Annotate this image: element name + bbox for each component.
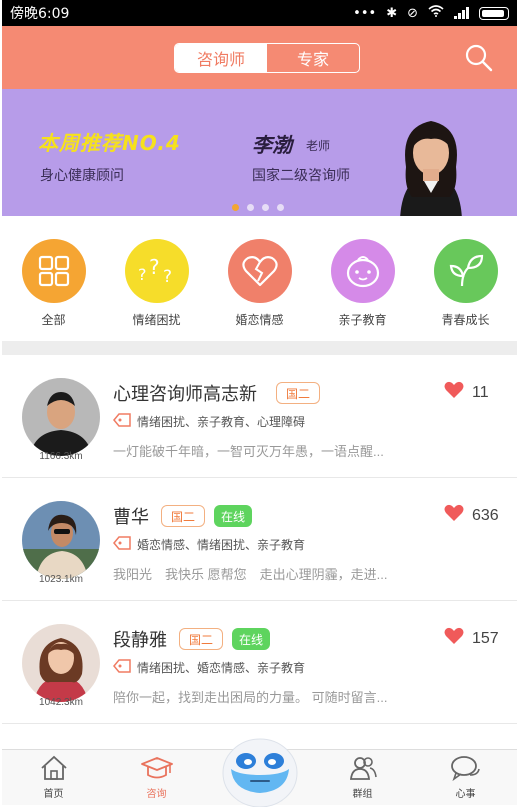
heart-icon <box>444 381 464 404</box>
tag-icon <box>113 536 131 553</box>
battery-icon <box>479 6 509 20</box>
tab-home[interactable]: 首页 <box>2 750 105 805</box>
counselor-desc: 我阳光 我快乐 愿帮您 走出心理阴霾，走进... <box>113 567 388 582</box>
sprout-icon <box>433 239 498 303</box>
banner-counselor-photo <box>370 107 492 216</box>
rank-badge: 国二 <box>161 505 205 527</box>
page-dot <box>262 204 269 211</box>
counselor-item[interactable]: 1166.3km 心理咨询师高志新 国二 11 情绪困扰、亲子教育、心理障碍 一… <box>2 355 517 478</box>
banner-counselor-desc: 国家二级咨询师 <box>252 167 350 183</box>
rank-badge: 国二 <box>179 628 223 650</box>
category-youth[interactable]: 青春成长 <box>414 216 517 341</box>
banner-counselor-role: 老师 <box>306 139 331 153</box>
bluetooth-icon: ✱ <box>386 5 398 21</box>
header: 咨询师 专家 <box>2 26 517 89</box>
counselor-name: 曹华 <box>113 507 149 527</box>
wifi-icon <box>428 5 444 21</box>
banner-title: 本周推荐NO.4 <box>38 131 181 155</box>
broken-heart-icon <box>227 239 292 303</box>
category-parenting[interactable]: 亲子教育 <box>311 216 414 341</box>
status-icons: ••• ✱ ⊘ <box>353 5 509 21</box>
counselor-list: 1166.3km 心理咨询师高志新 国二 11 情绪困扰、亲子教育、心理障碍 一… <box>2 355 517 724</box>
tag-icon <box>113 413 131 430</box>
category-row: 全部 ??? 情绪困扰 婚恋情感 亲子教育 青春成长 <box>2 216 517 341</box>
likes-count: 157 <box>472 629 499 647</box>
likes[interactable]: 157 <box>444 627 499 650</box>
counselor-desc: 一灯能破千年暗，一智可灭万年愚，一语点醒... <box>113 444 384 459</box>
chat-bubbles-icon <box>450 756 480 781</box>
tags-text: 婚恋情感、情绪困扰、亲子教育 <box>137 538 306 552</box>
home-icon <box>40 755 67 780</box>
recommend-banner[interactable]: 本周推荐NO.4 身心健康顾问 李渤 老师 国家二级咨询师 <box>2 89 517 216</box>
tab-consult[interactable]: 咨询 <box>105 750 208 805</box>
tags-text: 情绪困扰、亲子教育、心理障碍 <box>137 415 306 429</box>
counselor-name: 段静雅 <box>113 630 167 650</box>
banner-subtitle: 身心健康顾问 <box>40 167 124 183</box>
category-label: 全部 <box>41 313 66 327</box>
tags-row: 婚恋情感、情绪困扰、亲子教育 <box>113 536 305 553</box>
tags-text: 情绪困扰、婚恋情感、亲子教育 <box>137 661 306 675</box>
svg-text:?: ? <box>163 267 172 286</box>
banner-counselor-name: 李渤 <box>252 133 292 157</box>
tab-expert[interactable]: 专家 <box>267 44 359 72</box>
counselor-desc: 陪你一起，找到走出困局的力量。 可随时留言... <box>113 690 388 705</box>
mute-icon: ⊘ <box>407 5 418 21</box>
likes-count: 11 <box>472 383 489 401</box>
likes-count: 636 <box>472 506 499 524</box>
distance-label: 1042.3km <box>39 697 83 708</box>
banner-page-indicator <box>232 204 284 211</box>
category-label: 婚恋情感 <box>235 313 284 327</box>
more-dots-icon: ••• <box>353 5 377 21</box>
question-marks-icon: ??? <box>124 239 189 303</box>
heart-icon <box>444 504 464 527</box>
tab-label: 心事 <box>455 789 476 800</box>
section-divider <box>2 341 517 355</box>
page-dot <box>232 204 239 211</box>
distance-label: 1023.1km <box>39 574 83 585</box>
category-emotion[interactable]: ??? 情绪困扰 <box>105 216 208 341</box>
category-label: 情绪困扰 <box>132 313 181 327</box>
tab-group[interactable]: 群组 <box>311 750 414 805</box>
tab-heart-matters[interactable]: 心事 <box>414 750 517 805</box>
distance-label: 1166.3km <box>39 451 83 462</box>
avatar <box>22 501 100 579</box>
tab-label: 首页 <box>43 789 64 800</box>
group-icon <box>349 757 377 780</box>
search-icon[interactable] <box>463 42 495 74</box>
mascot-button[interactable] <box>221 733 299 807</box>
category-love[interactable]: 婚恋情感 <box>208 216 311 341</box>
online-badge: 在线 <box>214 505 252 527</box>
category-label: 亲子教育 <box>338 313 387 327</box>
baby-face-icon <box>330 239 395 303</box>
grid-icon <box>21 239 86 303</box>
svg-text:?: ? <box>149 256 160 279</box>
counselor-item[interactable]: 1042.3km 段静雅 国二 在线 157 情绪困扰、婚恋情感、亲子教育 陪你… <box>2 601 517 724</box>
status-time: 傍晚6:09 <box>10 6 70 22</box>
category-label: 青春成长 <box>441 313 490 327</box>
page-dot <box>247 204 254 211</box>
online-badge: 在线 <box>232 628 270 650</box>
avatar <box>22 624 100 702</box>
counselor-name: 心理咨询师高志新 <box>113 384 257 404</box>
tags-row: 情绪困扰、亲子教育、心理障碍 <box>113 413 305 430</box>
page-dot <box>277 204 284 211</box>
tab-counselor[interactable]: 咨询师 <box>175 44 267 72</box>
tab-label: 群组 <box>352 789 373 800</box>
tag-icon <box>113 659 131 676</box>
likes[interactable]: 636 <box>444 504 499 527</box>
status-bar: 傍晚6:09 ••• ✱ ⊘ <box>2 0 517 26</box>
heart-icon <box>444 627 464 650</box>
svg-text:?: ? <box>138 265 147 284</box>
graduation-cap-icon <box>140 757 173 779</box>
segmented-control: 咨询师 专家 <box>174 43 360 73</box>
tags-row: 情绪困扰、婚恋情感、亲子教育 <box>113 659 305 676</box>
tab-label: 咨询 <box>146 789 167 800</box>
category-all[interactable]: 全部 <box>2 216 105 341</box>
signal-icon <box>454 7 469 19</box>
counselor-item[interactable]: 1023.1km 曹华 国二 在线 636 婚恋情感、情绪困扰、亲子教育 我阳光… <box>2 478 517 601</box>
avatar <box>22 378 100 456</box>
likes[interactable]: 11 <box>444 381 489 404</box>
rank-badge: 国二 <box>276 382 320 404</box>
